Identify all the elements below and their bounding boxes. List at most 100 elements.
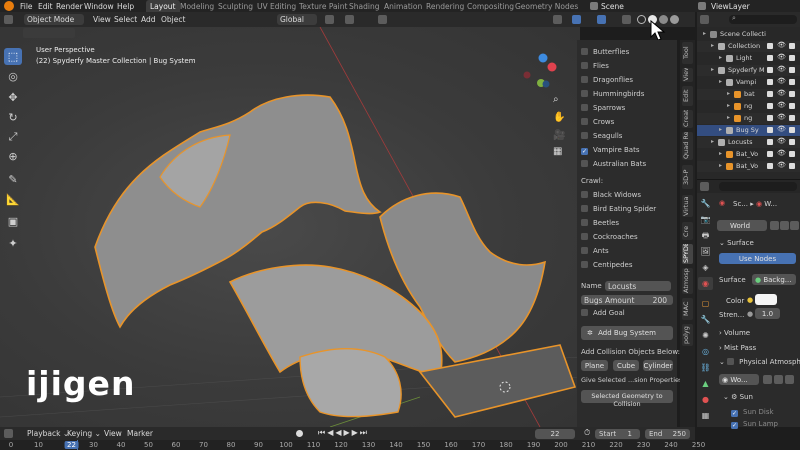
fly-option-row[interactable]: ✓ Vampire Bats — [581, 146, 639, 155]
start-frame-field[interactable]: Start 1 — [595, 428, 640, 439]
atmosphere-checkbox[interactable] — [727, 358, 735, 365]
overlay-toggle-icon[interactable] — [597, 15, 606, 24]
cursor-tool-icon[interactable]: ◎ — [4, 68, 22, 85]
outliner-search-field[interactable] — [729, 15, 797, 24]
add-menu[interactable]: Add — [138, 14, 159, 25]
workspace-tab-modeling[interactable]: Modeling — [176, 0, 218, 12]
fly-option-row[interactable]: Hummingbirds — [581, 90, 644, 98]
visibility-eye-icon[interactable]: 👁 — [777, 89, 786, 97]
select-mode-icons[interactable] — [23, 28, 75, 38]
crawl-option-checkbox[interactable] — [581, 261, 588, 268]
workspace-tab-uv-editing[interactable]: UV Editing — [253, 0, 300, 12]
cylinder-button[interactable]: Cylinder — [643, 360, 673, 371]
render-camera-icon[interactable] — [789, 127, 795, 133]
visibility-eye-icon[interactable]: 👁 — [777, 161, 786, 169]
exclude-checkbox-icon[interactable] — [767, 67, 773, 73]
current-frame-field[interactable]: 22 — [535, 428, 575, 439]
object-props-tab-icon[interactable]: ▢ — [698, 297, 713, 310]
outliner-props-divider[interactable] — [697, 179, 800, 180]
output-props-tab-icon[interactable]: 🖶 — [698, 229, 713, 242]
view-layer-tab-icon[interactable]: 🖼 — [698, 245, 713, 258]
orientation-dropdown[interactable]: Global — [277, 14, 317, 25]
exclude-checkbox-icon[interactable] — [767, 43, 773, 49]
visibility-eye-icon[interactable]: 👁 — [777, 113, 786, 121]
playback-controls-icon[interactable]: ⏮◀◀▶▶⏭ — [318, 428, 369, 438]
fly-option-row[interactable]: Butterflies — [581, 48, 629, 56]
material-props-tab-icon[interactable]: ● — [698, 393, 713, 406]
workspace-tab-animation[interactable]: Animation — [380, 0, 426, 12]
exclude-checkbox-icon[interactable] — [767, 91, 773, 97]
expand-arrow-icon[interactable]: ▸ — [711, 138, 714, 145]
pan-icon[interactable]: ✋ — [553, 112, 565, 123]
bugs-amount-field[interactable]: Bugs Amount 200 — [581, 295, 673, 305]
surface-shader-field[interactable]: ● Backg... — [752, 274, 796, 285]
exclude-checkbox-icon[interactable] — [767, 55, 773, 61]
sidebar-tab-tool[interactable]: Tool — [682, 42, 693, 64]
outliner-row[interactable]: ▸ ng 👁 — [697, 113, 800, 124]
sidebar-tab-create[interactable]: Create — [682, 110, 693, 128]
new-world-icon[interactable] — [780, 221, 789, 230]
add-cube-tool-icon[interactable]: ▣ — [4, 213, 22, 230]
move-tool-icon[interactable]: ✥ — [4, 89, 22, 106]
timeline-editor-icon[interactable] — [4, 429, 13, 438]
physics-props-tab-icon[interactable]: ◎ — [698, 345, 713, 358]
outliner-row[interactable]: ▸ Light 👁 — [697, 53, 800, 64]
render-camera-icon[interactable] — [789, 79, 795, 85]
spyderfy-tool-icon[interactable]: ✦ — [4, 235, 22, 252]
outliner-row[interactable]: ▸ Bat_Vo 👁 — [697, 149, 800, 160]
fly-option-checkbox[interactable] — [581, 132, 588, 139]
ortho-toggle-icon[interactable]: ▦ — [553, 146, 562, 157]
sidebar-tab-virtua[interactable]: Virtua — [682, 195, 693, 217]
render-camera-icon[interactable] — [789, 151, 795, 157]
render-camera-icon[interactable] — [789, 115, 795, 121]
menu-edit[interactable]: Edit — [38, 2, 53, 11]
outliner-row[interactable]: ▸ Scene Collecti — [697, 29, 800, 40]
crawl-option-checkbox[interactable] — [581, 191, 588, 198]
exclude-checkbox-icon[interactable] — [767, 139, 773, 145]
xray-icon[interactable] — [622, 15, 631, 24]
cube-button[interactable]: Cube — [613, 360, 639, 371]
record-icon[interactable] — [296, 430, 303, 437]
sidebar-tab-cre[interactable]: Cre — [682, 222, 693, 240]
menu-window[interactable]: Window — [84, 2, 114, 11]
fly-option-row[interactable]: Sparrows — [581, 104, 625, 112]
particles-props-tab-icon[interactable]: ✺ — [698, 329, 713, 342]
render-camera-icon[interactable] — [789, 91, 795, 97]
expand-arrow-icon[interactable]: ▸ — [711, 66, 714, 73]
wireframe-shading-icon[interactable] — [637, 15, 646, 24]
volume-section-header[interactable]: › Volume — [719, 329, 750, 337]
crawl-option-row[interactable]: Cockroaches — [581, 233, 638, 241]
fly-option-row[interactable]: Flies — [581, 62, 609, 70]
visibility-eye-icon[interactable]: 👁 — [777, 53, 786, 61]
expand-arrow-icon[interactable]: ▸ — [727, 102, 730, 109]
sun-section-header[interactable]: ⌄ ⚙ Sun — [723, 393, 753, 401]
add-goal-checkbox[interactable]: Add Goal — [581, 309, 625, 317]
visibility-eye-icon[interactable]: 👁 — [777, 65, 786, 73]
unlink-world-icon[interactable] — [790, 221, 799, 230]
strength-field[interactable]: 1.0 — [755, 308, 780, 319]
outliner-row[interactable]: ▸ Bug Sy 👁 — [697, 125, 800, 136]
workspace-tab-layout[interactable]: Layout — [146, 0, 180, 12]
scene-props-tab-icon[interactable]: ◈ — [698, 261, 713, 274]
render-camera-icon[interactable] — [789, 163, 795, 169]
visibility-eye-icon[interactable]: 👁 — [777, 77, 786, 85]
render-camera-icon[interactable] — [789, 139, 795, 145]
visibility-eye-icon[interactable]: 👁 — [777, 125, 786, 133]
rendered-shading-icon[interactable] — [670, 15, 679, 24]
measure-tool-icon[interactable]: 📐 — [4, 191, 22, 208]
expand-arrow-icon[interactable]: ▸ — [719, 162, 722, 169]
sun-lamp-row[interactable]: ✓ Sun Lamp — [731, 420, 778, 429]
gizmo-toggle-icon[interactable] — [572, 15, 581, 24]
sidebar-tab-mac[interactable]: MAC — [682, 298, 693, 320]
constraints-props-tab-icon[interactable]: ⛓ — [698, 361, 713, 374]
modifier-props-tab-icon[interactable]: 🔧 — [698, 313, 713, 326]
add-goal-box[interactable] — [581, 309, 588, 316]
timeline-view-menu[interactable]: View — [101, 428, 125, 439]
outliner-type-icon[interactable] — [700, 15, 709, 24]
visibility-eye-icon[interactable]: 👁 — [777, 101, 786, 109]
properties-type-icon[interactable] — [700, 182, 709, 191]
workspace-tab-rendering[interactable]: Rendering — [422, 0, 468, 12]
snap-icon[interactable] — [345, 15, 354, 24]
expand-arrow-icon[interactable]: ▸ — [727, 90, 730, 97]
fly-option-row[interactable]: Crows — [581, 118, 614, 126]
